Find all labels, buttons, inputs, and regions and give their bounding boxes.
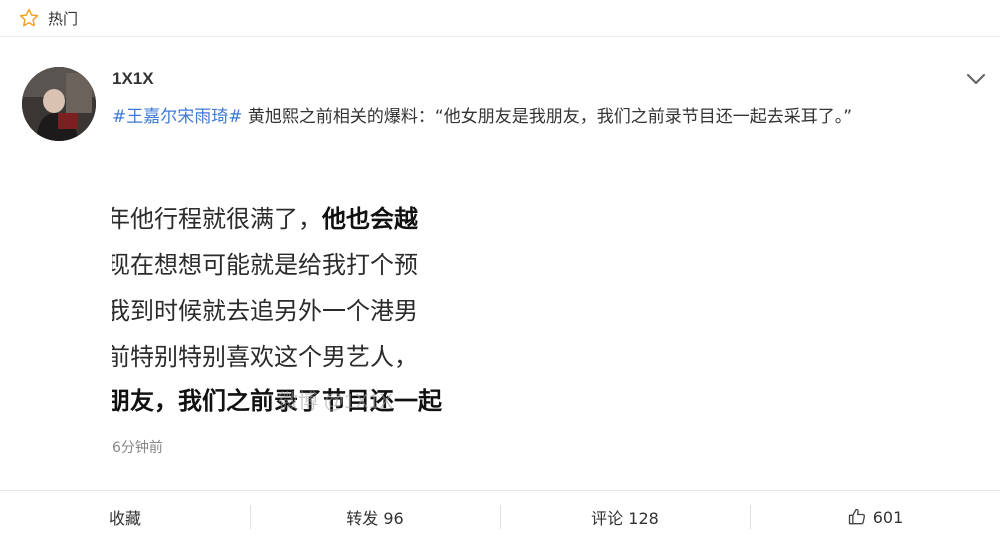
action-bar: 收藏 转发 96 评论 128 601 [0, 490, 1000, 543]
star-icon[interactable] [18, 7, 40, 29]
comment-button[interactable]: 评论 128 [500, 491, 750, 543]
image-text-line: 现在想想可能就是给我打个预 [112, 251, 418, 279]
top-bar: 热门 [0, 0, 1000, 37]
hot-label[interactable]: 热门 [48, 8, 78, 29]
repost-label: 转发 96 [346, 509, 404, 528]
favorite-button[interactable]: 收藏 [0, 491, 250, 543]
post-body-text: 黄旭熙之前相关的爆料：“他女朋友是我朋友，我们之前录节目还一起去采耳了。” [242, 107, 853, 127]
timestamp[interactable]: 6分钟前 [112, 437, 163, 457]
repost-button[interactable]: 转发 96 [250, 491, 500, 543]
post-image[interactable]: 年他行程就很满了，他也会越 现在想想可能就是给我打个预 我到时候就去追另外一个港… [112, 195, 442, 421]
chevron-down-icon[interactable] [964, 71, 988, 87]
like-button[interactable]: 601 [750, 491, 1000, 543]
image-text-line: 年他行程就很满了，他也会越 [112, 204, 418, 233]
post-text: #王嘉尔宋雨琦# 黄旭熙之前相关的爆料：“他女朋友是我朋友，我们之前录节目还一起… [112, 103, 962, 131]
like-count: 601 [872, 507, 904, 527]
post-card: 1X1X #王嘉尔宋雨琦# 黄旭熙之前相关的爆料：“他女朋友是我朋友，我们之前录… [0, 37, 1000, 487]
image-text-line: 我到时候就去追另外一个港男 [112, 297, 418, 325]
avatar[interactable] [22, 67, 96, 141]
image-text-line: 前特别特别喜欢这个男艺人， [112, 343, 418, 371]
comment-label: 评论 128 [591, 509, 659, 528]
favorite-label: 收藏 [108, 509, 141, 528]
image-watermark: 微博 @1X1X [278, 391, 393, 413]
username[interactable]: 1X1X [112, 69, 154, 89]
hashtag-link[interactable]: #王嘉尔宋雨琦# [112, 107, 243, 127]
thumbs-up-icon [847, 507, 867, 527]
